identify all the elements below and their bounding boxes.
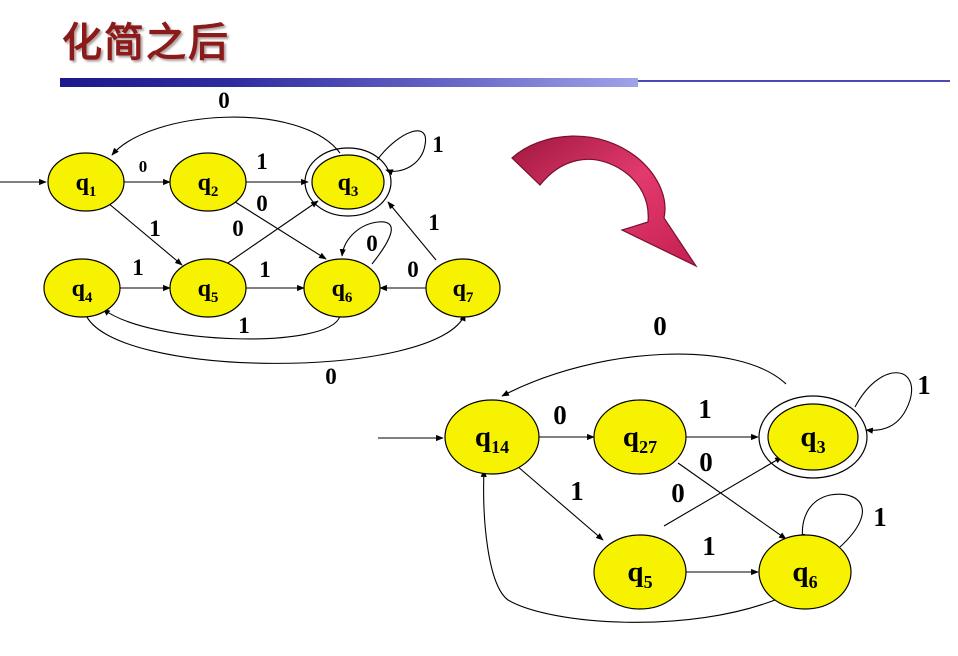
label-q6-q4: 1 (238, 313, 250, 338)
state-q14: q14 (444, 399, 540, 475)
label-q7-q3: 1 (428, 210, 440, 235)
state-q5-min: q5 (593, 534, 687, 610)
label-q14-q27: 0 (553, 400, 567, 430)
state-q7: q7 (425, 258, 501, 318)
self-loop-q3 (376, 130, 427, 176)
label-q27-q6: 0 (699, 447, 713, 477)
state-q1: q1 (47, 152, 125, 212)
state-q3-accepting-min: q3 (758, 395, 868, 479)
state-q2: q2 (169, 152, 247, 212)
state-q27: q27 (593, 399, 687, 475)
edge-q14-q5 (516, 465, 604, 541)
label-q14-q5: 1 (570, 476, 584, 506)
edge-q3-q1 (111, 116, 341, 156)
state-q5: q5 (169, 258, 247, 318)
state-q6-min: q6 (758, 534, 852, 610)
label-q3-self: 1 (432, 132, 444, 157)
label-q6-self-min: 1 (873, 502, 887, 532)
label-q27-q3: 1 (698, 394, 712, 424)
label-q5-q6: 1 (259, 257, 271, 282)
edge-q3-q14 (501, 353, 787, 397)
label-q7-q6: 0 (407, 257, 419, 282)
state-q3-accepting: q3 (304, 147, 392, 217)
label-q2-q3: 1 (256, 149, 268, 174)
label-q4-q5: 1 (132, 255, 144, 280)
minimized-dfa: 0 1 1 0 1 0 0 1 1 q14 q27 q3 q5 q6 (378, 311, 931, 623)
label-q3-q14: 0 (653, 311, 667, 341)
curved-arrow-icon (511, 135, 698, 268)
label-q3-self-min: 1 (917, 370, 931, 400)
state-q6: q6 (303, 258, 381, 318)
state-q4: q4 (43, 258, 121, 318)
label-q5-q3: 0 (671, 478, 685, 508)
label-q6-self: 0 (366, 231, 378, 256)
label-q2-q6: 0 (256, 191, 268, 216)
original-dfa: 0 0 1 1 1 0 0 1 1 0 0 1 1 0 q1 q2 q3 q4 (0, 88, 501, 389)
dfa-diagrams: 0 0 1 1 1 0 0 1 1 0 0 1 1 0 q1 q2 q3 q4 (0, 88, 931, 623)
label-q4-q7: 0 (325, 364, 337, 389)
label-q1-q5: 1 (149, 216, 161, 241)
label-q5-q3: 0 (232, 216, 244, 241)
label-q3-q1: 0 (218, 88, 230, 113)
label-q5-q6: 1 (702, 531, 716, 561)
edge-q27-q6 (677, 462, 787, 540)
label-q1-q2: 0 (139, 157, 148, 176)
edge-q1-q5 (107, 202, 183, 266)
